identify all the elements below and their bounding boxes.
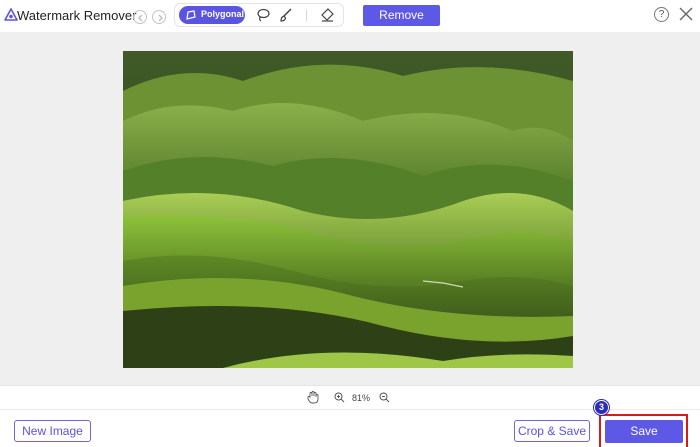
remove-button[interactable]: Remove (363, 5, 440, 26)
landscape-photo (123, 51, 573, 368)
polygonal-icon (186, 10, 196, 20)
bottom-action-bar: New Image Crop & Save Save (0, 409, 700, 447)
save-button[interactable]: Save (605, 420, 683, 443)
image-canvas[interactable] (0, 32, 700, 385)
crop-and-save-button[interactable]: Crop & Save (514, 420, 590, 442)
tool-divider (306, 10, 307, 21)
help-icon[interactable]: ? (654, 7, 669, 22)
redo-icon (158, 14, 163, 22)
new-image-button[interactable]: New Image (14, 420, 91, 442)
undo-icon (138, 14, 143, 22)
polygonal-tool-button[interactable]: Polygonal (179, 6, 245, 24)
close-icon[interactable] (678, 6, 694, 22)
undo-button[interactable] (133, 10, 147, 24)
lasso-icon[interactable] (255, 7, 271, 23)
hand-pan-icon[interactable] (307, 391, 319, 404)
eraser-icon[interactable] (319, 7, 335, 23)
zoom-level: 81% (352, 393, 371, 403)
selection-tools-group: Polygonal (174, 3, 344, 27)
redo-button[interactable] (152, 10, 166, 24)
top-toolbar: Watermark Remover Polygonal Remove ? (0, 0, 700, 32)
zoom-out-icon[interactable] (379, 392, 390, 403)
app-title: Watermark Remover (17, 8, 137, 23)
app-logo-icon (4, 8, 18, 21)
zoom-in-icon[interactable] (334, 392, 345, 403)
polygonal-tool-label: Polygonal (201, 9, 245, 19)
step-number-badge: 3 (594, 400, 609, 415)
brush-icon[interactable] (278, 7, 294, 23)
